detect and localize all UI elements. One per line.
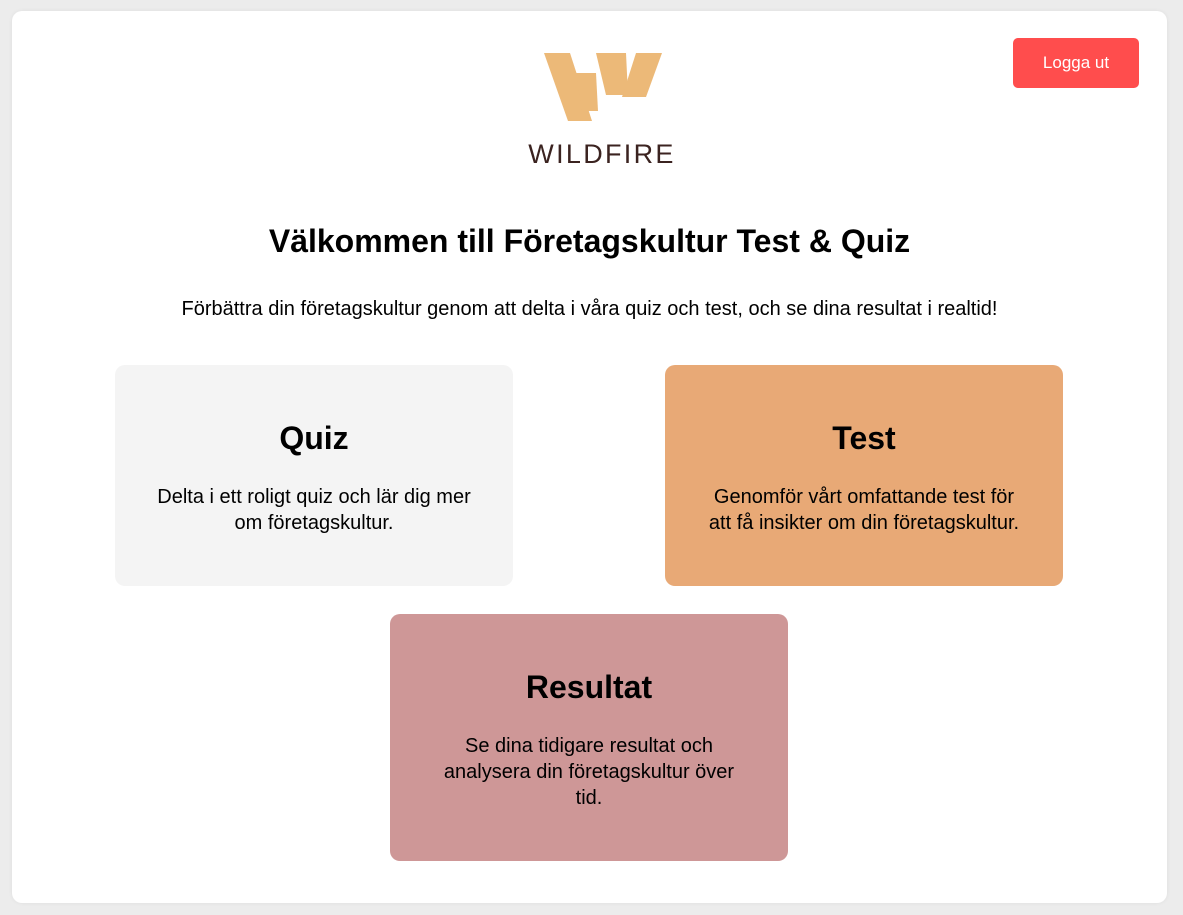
result-card-title: Resultat [525, 669, 653, 705]
quiz-card-description: Delta i ett roligt quiz och lär dig mer … [157, 486, 471, 534]
main-panel: Logga ut WILDFIRE Välkommen till Företag… [12, 11, 1167, 903]
wildfire-logo: WILDFIRE [510, 51, 694, 171]
page-subtitle: Förbättra din företagskultur genom att d… [181, 298, 998, 320]
result-card[interactable]: Resultat Se dina tidigare resultat och a… [390, 614, 788, 861]
test-card-title: Test [832, 420, 896, 456]
test-card[interactable]: Test Genomför vårt omfattande test för a… [665, 365, 1063, 586]
result-card-description: Se dina tidigare resultat och analysera … [443, 735, 735, 809]
logout-button[interactable]: Logga ut [1013, 38, 1139, 88]
quiz-card-title: Quiz [279, 420, 349, 456]
quiz-card[interactable]: Quiz Delta i ett roligt quiz och lär dig… [115, 365, 513, 586]
test-card-description: Genomför vårt omfattande test för att få… [708, 486, 1020, 534]
page-title: Välkommen till Företagskultur Test & Qui… [268, 223, 911, 259]
logo-wordmark: WILDFIRE [528, 139, 676, 169]
wildfire-w-logo-icon [544, 53, 662, 121]
